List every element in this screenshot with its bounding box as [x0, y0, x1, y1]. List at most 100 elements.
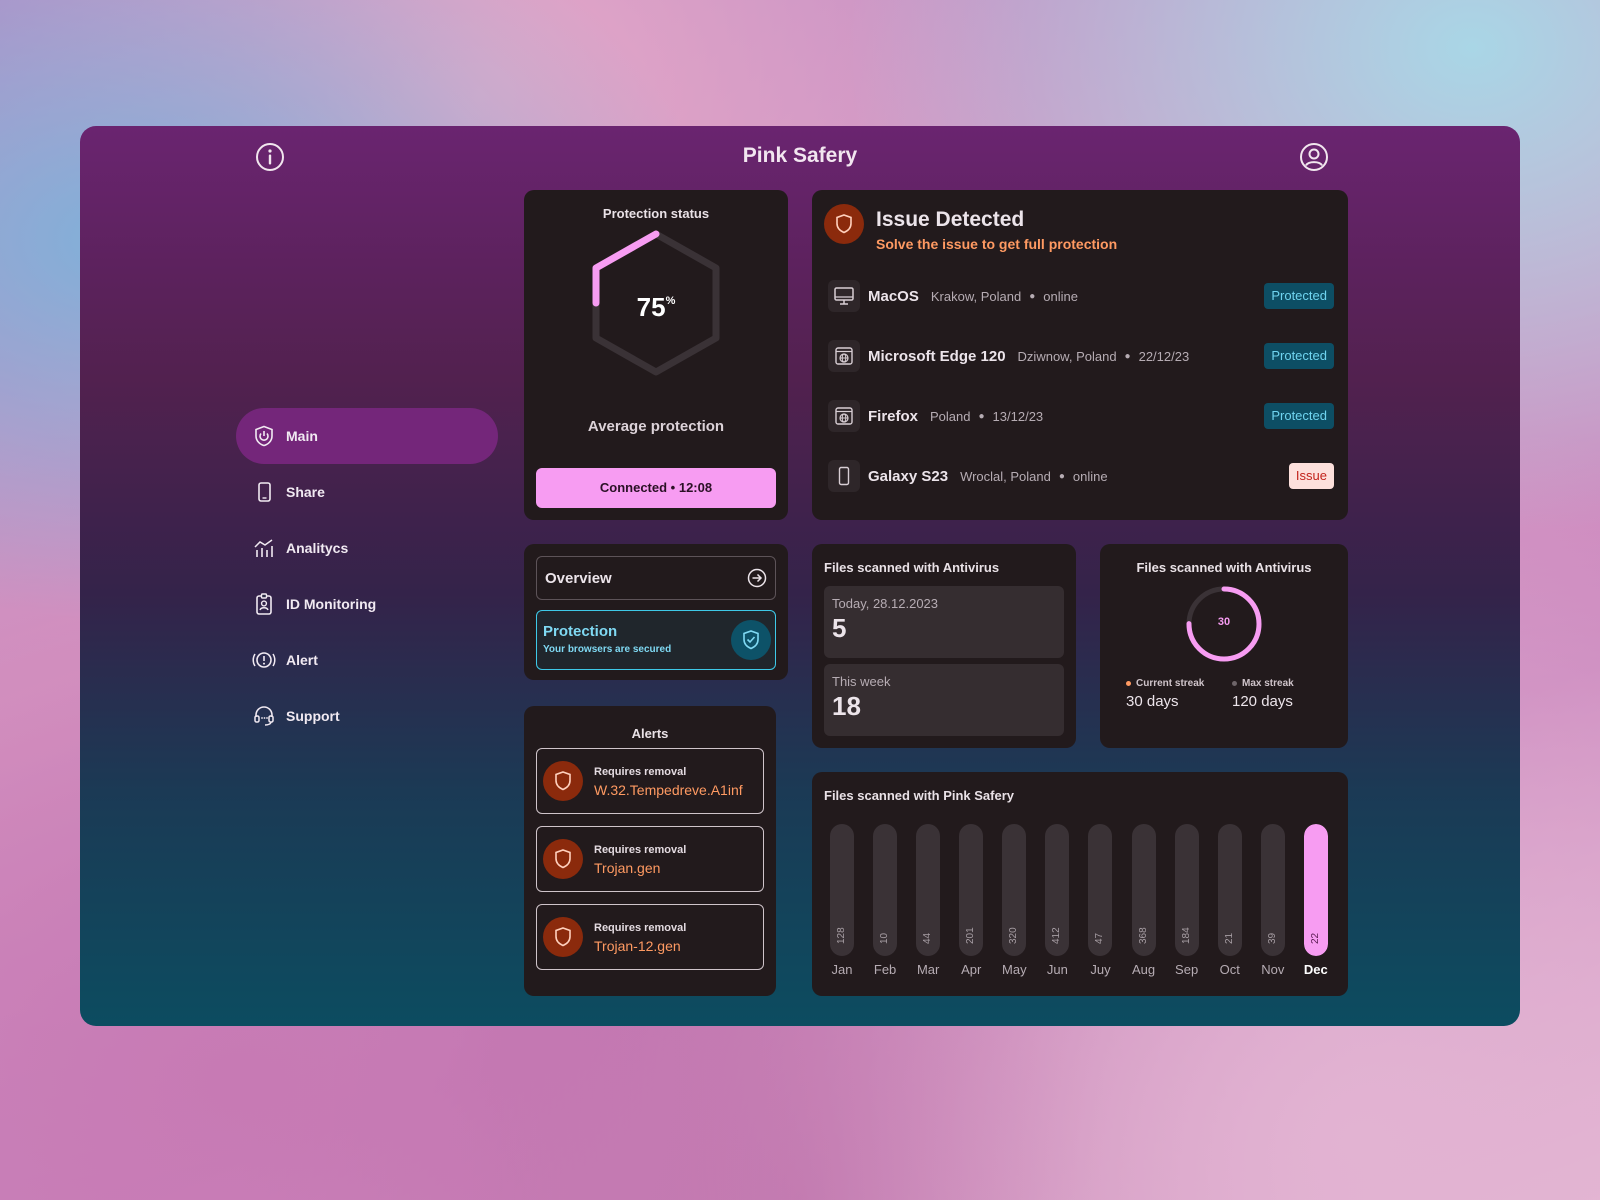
headset-icon — [252, 704, 276, 728]
overview-button[interactable]: Overview — [536, 556, 776, 600]
status-badge: Protected — [1264, 283, 1334, 309]
alert-label: Requires removal — [594, 844, 687, 856]
user-account-icon[interactable] — [1298, 141, 1330, 173]
bar-nov[interactable]: 39 Nov — [1255, 824, 1291, 988]
streak-card: Files scanned with Antivirus 30 Current … — [1100, 544, 1348, 748]
shield-icon — [543, 917, 583, 957]
bar-mar[interactable]: 44 Mar — [910, 824, 946, 988]
bar-value-label: 128 — [836, 927, 847, 944]
device-status: 13/12/23 — [992, 408, 1044, 424]
issue-title: Issue Detected — [876, 208, 1025, 231]
protection-status-card: Protection status 75% Average protection… — [524, 190, 788, 520]
monitor-icon — [828, 280, 860, 312]
browser-icon — [828, 340, 860, 372]
sidebar-item-label: Support — [286, 708, 340, 724]
device-location: Krakow, Poland — [930, 288, 1022, 304]
bar-juy[interactable]: 47 Juy — [1082, 824, 1118, 988]
alert-item[interactable]: Requires removal W.32.Tempedreve.A1inf — [536, 748, 764, 814]
orange-dot-icon — [1126, 681, 1131, 686]
alert-item[interactable]: Requires removal Trojan-12.gen — [536, 904, 764, 970]
device-name: Microsoft Edge 120 — [868, 347, 1006, 365]
monthly-files-chart: Files scanned with Pink Safery 128 Jan 10 F… — [812, 772, 1348, 996]
status-badge: Protected — [1264, 343, 1334, 369]
average-protection-label: Average protection — [587, 418, 725, 435]
current-streak-label: Current streak — [1136, 678, 1205, 689]
today-label: Today, 28.12.2023 — [832, 596, 939, 611]
bar-value-label: 47 — [1094, 932, 1106, 944]
bar-value-label: 201 — [965, 927, 977, 944]
bar-value-label: 39 — [1266, 932, 1278, 944]
power-shield-icon — [252, 424, 276, 448]
alert-threat-name: Trojan-12.gen — [594, 938, 681, 954]
device-row-edge[interactable]: Microsoft Edge 120 Dziwnow, Poland ● 22/… — [828, 336, 1334, 376]
max-streak-label: Max streak — [1242, 678, 1294, 689]
bar-jan[interactable]: 128 Jan — [824, 824, 860, 988]
sidebar-item-label: Analitycs — [286, 540, 349, 556]
sidebar-item-main[interactable]: Main — [236, 408, 498, 464]
bar-sep[interactable]: 184 Sep — [1169, 824, 1205, 988]
device-name: Galaxy S23 — [868, 467, 949, 485]
connected-button[interactable]: Connected • 12:08 — [536, 468, 776, 508]
current-streak: Current streak 30 days — [1126, 678, 1204, 710]
device-status: online — [1043, 288, 1078, 304]
analytics-icon — [252, 536, 276, 560]
bar-feb[interactable]: 10 Feb — [867, 824, 903, 988]
bar-oct[interactable]: 21 Oct — [1212, 824, 1248, 988]
sidebar-item-analytics[interactable]: Analitycs — [236, 520, 498, 576]
bar-aug[interactable]: 368 Aug — [1126, 824, 1162, 988]
separator-dot: ● — [1058, 470, 1065, 482]
alert-threat-name: Trojan.gen — [594, 860, 661, 876]
bar-jun[interactable]: 412 Jun — [1039, 824, 1075, 988]
sidebar-item-id-monitoring[interactable]: ID Monitoring — [236, 576, 498, 632]
max-streak-value: 120 days — [1232, 693, 1293, 710]
device-location: Dziwnow, Poland — [1017, 348, 1117, 364]
protection-status-title: Protection status — [602, 206, 710, 221]
bar-category-label: Nov — [1261, 962, 1285, 977]
sidebar-item-alert[interactable]: Alert — [236, 632, 498, 688]
alert-icon — [252, 648, 276, 672]
alert-item[interactable]: Requires removal Trojan.gen — [536, 826, 764, 892]
alert-label: Requires removal — [594, 922, 687, 934]
files-scanned-card: Files scanned with Antivirus Today, 28.1… — [812, 544, 1076, 748]
bar-category-label: Mar — [916, 962, 940, 977]
protection-percent: 75% — [636, 292, 676, 322]
browser-icon — [828, 400, 860, 432]
grey-dot-icon — [1232, 681, 1237, 686]
alerts-card: Alerts Requires removal W.32.Tempedreve.… — [524, 706, 776, 996]
bar-category-label: Apr — [961, 962, 982, 977]
bar-dec[interactable]: 22 Dec — [1298, 824, 1334, 988]
device-row-macos[interactable]: MacOS Krakow, Poland ● online Protected — [828, 276, 1334, 316]
sidebar-item-label: Alert — [286, 652, 318, 668]
bar-apr[interactable]: 201 Apr — [953, 824, 989, 988]
sidebar-item-label: Main — [286, 428, 318, 444]
bar-category-label: Jan — [831, 962, 853, 977]
protection-button[interactable]: Protection Your browsers are secured — [536, 610, 776, 670]
bar-may[interactable]: 320 May — [996, 824, 1032, 988]
sidebar-item-support[interactable]: Support — [236, 688, 498, 744]
shield-check-icon — [731, 620, 771, 660]
bar-value-label: 184 — [1180, 927, 1192, 944]
shield-icon — [543, 761, 583, 801]
sidebar-item-label: ID Monitoring — [286, 596, 377, 612]
shield-icon — [543, 839, 583, 879]
bar-category-label: Oct — [1219, 962, 1240, 977]
phone-icon — [252, 480, 276, 504]
sidebar-item-share[interactable]: Share — [236, 464, 498, 520]
week-label: This week — [832, 674, 891, 689]
bar-category-label: May — [1002, 962, 1027, 977]
week-value: 18 — [832, 691, 861, 721]
separator-dot: ● — [1124, 350, 1131, 362]
today-stat: Today, 28.12.2023 5 — [824, 586, 1064, 658]
device-status: 22/12/23 — [1138, 348, 1190, 364]
bar-category-label: Juy — [1090, 962, 1111, 977]
bar-value-label: 320 — [1008, 927, 1020, 944]
max-streak: Max streak 120 days — [1232, 678, 1294, 710]
issue-detected-card: Issue Detected Solve the issue to get fu… — [812, 190, 1348, 520]
device-row-galaxy[interactable]: Galaxy S23 Wroclal, Poland ● online Issu… — [828, 456, 1334, 496]
device-row-firefox[interactable]: Firefox Poland ● 13/12/23 Protected — [828, 396, 1334, 436]
alert-label: Requires removal — [594, 766, 687, 778]
device-name: MacOS — [868, 287, 919, 305]
device-name: Firefox — [868, 407, 919, 425]
app-window: Pink Safery Main Share Analitycs ID Moni… — [80, 126, 1520, 1026]
overview-label: Overview — [545, 569, 612, 587]
